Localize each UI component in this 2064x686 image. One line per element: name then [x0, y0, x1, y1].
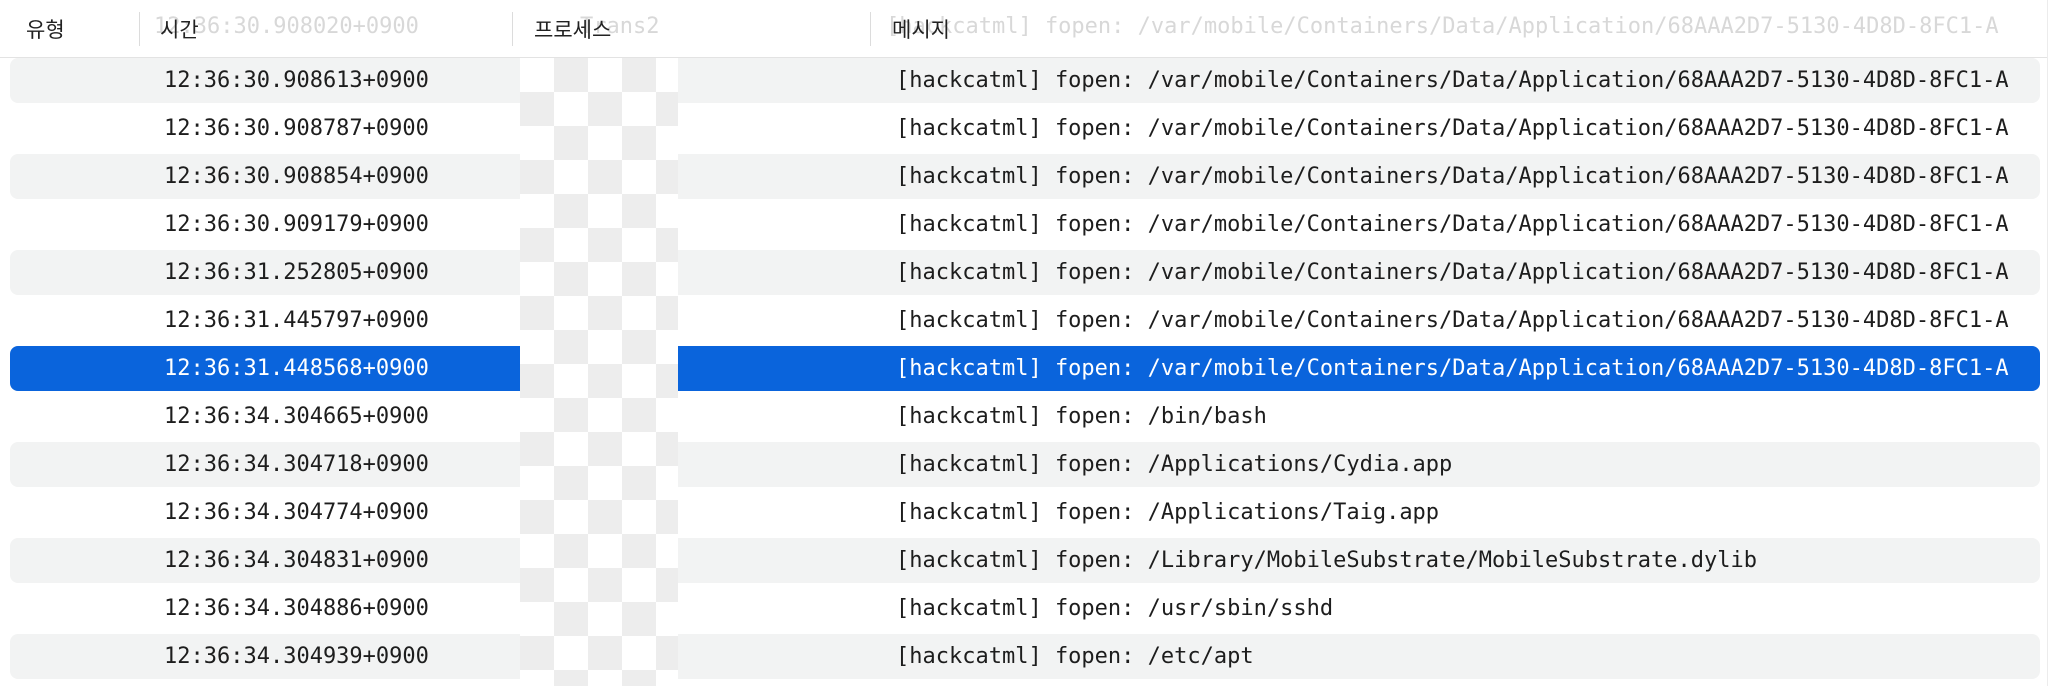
column-header-time-label: 시간 [160, 17, 199, 42]
table-row[interactable]: 12:36:34.304665+0900 [hackcatml] fopen: … [10, 394, 2040, 439]
column-header-process-label: 프로세스 [534, 17, 612, 42]
table-row[interactable]: 12:36:34.304774+0900 [hackcatml] fopen: … [10, 490, 2040, 535]
message-cell: [hackcatml] fopen: /var/mobile/Container… [896, 116, 2009, 141]
time-cell: 12:36:30.908854+0900 [164, 164, 429, 189]
redacted-process-column [520, 58, 678, 686]
column-header-time[interactable]: 시간 [160, 0, 199, 57]
time-cell: 12:36:31.448568+0900 [164, 356, 429, 381]
time-cell: 12:36:34.304774+0900 [164, 500, 429, 525]
message-cell: [hackcatml] fopen: /var/mobile/Container… [896, 212, 2009, 237]
column-divider[interactable] [139, 12, 140, 46]
time-cell: 12:36:31.252805+0900 [164, 260, 429, 285]
table-row-selected[interactable]: 12:36:31.448568+0900 [hackcatml] fopen: … [10, 346, 2040, 391]
time-cell: 12:36:34.304831+0900 [164, 548, 429, 573]
header-ghost-message: [hackcatml] fopen: /var/mobile/Container… [886, 14, 1999, 39]
column-divider[interactable] [512, 12, 513, 46]
message-cell: [hackcatml] fopen: /var/mobile/Container… [896, 260, 2009, 285]
scrollbar-track[interactable] [2047, 0, 2064, 686]
table-row[interactable]: 12:36:34.304886+0900 [hackcatml] fopen: … [10, 586, 2040, 631]
time-cell: 12:36:34.304665+0900 [164, 404, 429, 429]
message-cell: [hackcatml] fopen: /var/mobile/Container… [896, 308, 2009, 333]
time-cell: 12:36:34.304718+0900 [164, 452, 429, 477]
time-cell: 12:36:34.304886+0900 [164, 596, 429, 621]
table-header: 12:36:30.908020+0900 Trans2 [hackcatml] … [0, 0, 2064, 58]
table-row[interactable]: 12:36:30.908854+0900 [hackcatml] fopen: … [10, 154, 2040, 199]
column-header-type[interactable]: 유형 [26, 0, 65, 57]
message-cell: [hackcatml] fopen: /var/mobile/Container… [896, 68, 2009, 93]
time-cell: 12:36:30.909179+0900 [164, 212, 429, 237]
column-header-type-label: 유형 [26, 17, 65, 42]
column-divider[interactable] [870, 12, 871, 46]
time-cell: 12:36:30.908787+0900 [164, 116, 429, 141]
time-cell: 12:36:34.304939+0900 [164, 644, 429, 669]
table-row[interactable]: 12:36:34.304718+0900 [hackcatml] fopen: … [10, 442, 2040, 487]
table-row[interactable]: 12:36:34.304939+0900 [hackcatml] fopen: … [10, 634, 2040, 679]
table-row[interactable]: 12:36:30.908787+0900 [hackcatml] fopen: … [10, 106, 2040, 151]
table-row[interactable]: 12:36:31.252805+0900 [hackcatml] fopen: … [10, 250, 2040, 295]
message-cell: [hackcatml] fopen: /var/mobile/Container… [896, 164, 2009, 189]
column-header-message[interactable]: 메시지 [892, 0, 950, 57]
message-cell: [hackcatml] fopen: /Applications/Taig.ap… [896, 500, 1440, 525]
time-cell: 12:36:30.908613+0900 [164, 68, 429, 93]
message-cell: [hackcatml] fopen: /bin/bash [896, 404, 1267, 429]
table-row[interactable]: 12:36:30.909179+0900 [hackcatml] fopen: … [10, 202, 2040, 247]
message-cell: [hackcatml] fopen: /Applications/Cydia.a… [896, 452, 1453, 477]
message-cell: [hackcatml] fopen: /etc/apt [896, 644, 1254, 669]
message-cell: [hackcatml] fopen: /var/mobile/Container… [896, 356, 2009, 381]
message-cell: [hackcatml] fopen: /usr/sbin/sshd [896, 596, 1334, 621]
column-header-process[interactable]: 프로세스 [534, 0, 611, 57]
table-row[interactable]: 12:36:31.445797+0900 [hackcatml] fopen: … [10, 298, 2040, 343]
column-header-message-label: 메시지 [892, 17, 950, 42]
message-cell: [hackcatml] fopen: /Library/MobileSubstr… [896, 548, 1757, 573]
table-row[interactable]: 12:36:34.304831+0900 [hackcatml] fopen: … [10, 538, 2040, 583]
time-cell: 12:36:31.445797+0900 [164, 308, 429, 333]
table-row[interactable]: 12:36:30.908613+0900 [hackcatml] fopen: … [10, 58, 2040, 103]
